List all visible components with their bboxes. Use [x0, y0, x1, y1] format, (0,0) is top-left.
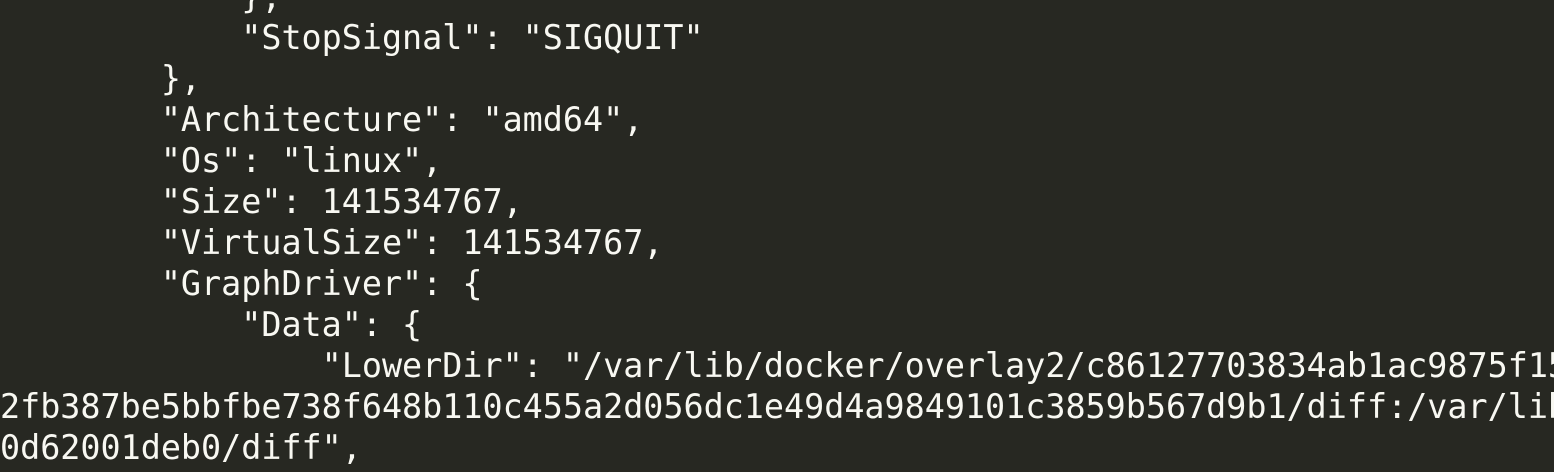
output-line: }, — [0, 59, 202, 98]
output-line: "VirtualSize": 141534767, — [0, 223, 664, 262]
output-line: "GraphDriver": { — [0, 264, 483, 303]
output-line: }, — [0, 0, 281, 17]
output-line: "Size": 141534767, — [0, 182, 523, 221]
output-line: "Os": "linux", — [0, 141, 443, 180]
output-line: 0d62001deb0/diff", — [0, 428, 362, 467]
output-line: "Architecture": "amd64", — [0, 100, 644, 139]
output-line: 2fb387be5bbfbe738f648b110c455a2d056dc1e4… — [0, 387, 1554, 426]
output-line: "StopSignal": "SIGQUIT" — [0, 18, 704, 57]
terminal-output[interactable]: }, "StopSignal": "SIGQUIT" }, "Architect… — [0, 0, 1554, 472]
output-line: "LowerDir": "/var/lib/docker/overlay2/c8… — [0, 346, 1554, 385]
output-line: "Data": { — [0, 305, 423, 344]
